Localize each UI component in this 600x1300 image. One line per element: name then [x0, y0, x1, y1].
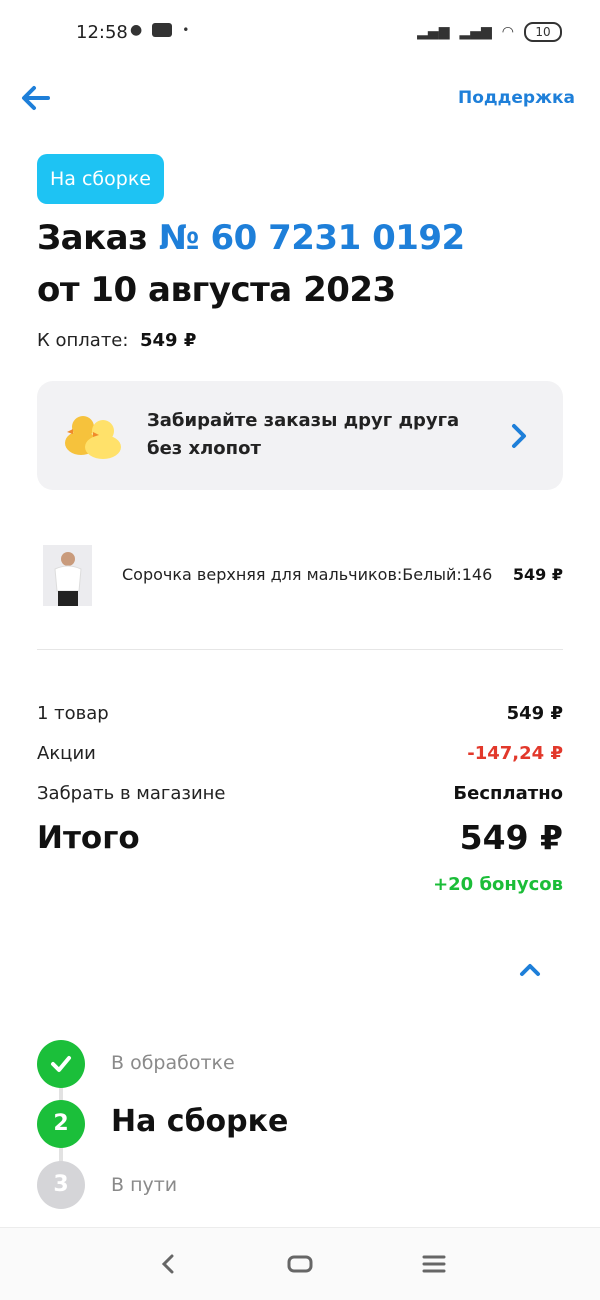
battery-indicator: 10: [524, 22, 562, 42]
bonus-label: +20 бонусов: [433, 874, 563, 895]
collapse-button[interactable]: [518, 958, 542, 982]
step-3-label: В пути: [111, 1174, 178, 1196]
order-title: Заказ № 60 7231 0192: [37, 218, 465, 258]
nav-back-icon: [161, 1254, 174, 1274]
step-2-label: На сборке: [111, 1104, 289, 1139]
signal-icon: ▂▄▆: [417, 24, 450, 40]
step-1-label: В обработке: [111, 1052, 235, 1074]
status-right-icons: ▂▄▆ ▂▄▆ ◠ 10: [417, 22, 562, 42]
shirt-photo-icon: [43, 545, 92, 606]
pay-value: 549 ₽: [140, 330, 197, 351]
items-count-label: 1 товар: [37, 703, 109, 724]
back-button[interactable]: [18, 80, 54, 116]
step-3-circle: 3: [37, 1161, 85, 1209]
step-1-circle: [37, 1040, 85, 1088]
nav-menu-icon: [422, 1255, 446, 1273]
chevron-right-icon: [512, 424, 526, 448]
arrow-left-icon: [22, 86, 50, 110]
youtube-icon: [152, 23, 173, 37]
pickup-value: Бесплатно: [453, 783, 563, 804]
order-number[interactable]: № 60 7231 0192: [159, 218, 466, 258]
wifi-icon: ◠: [501, 24, 514, 40]
status-time: 12:58: [76, 22, 128, 43]
product-image[interactable]: [43, 545, 92, 606]
nav-back-button[interactable]: [152, 1248, 184, 1280]
items-value: 549 ₽: [506, 703, 563, 724]
pickup-label: Забрать в магазине: [37, 783, 226, 804]
ducks-icon: [65, 416, 121, 459]
dot-icon: •: [182, 23, 190, 37]
promos-value: -147,24 ₽: [467, 743, 563, 764]
product-price: 549 ₽: [512, 565, 563, 584]
status-left-icons: ● •: [130, 22, 189, 38]
total-label: Итого: [37, 820, 140, 856]
product-name[interactable]: Сорочка верхняя для мальчиков:Белый:146: [122, 565, 492, 584]
support-link[interactable]: Поддержка: [458, 88, 575, 108]
nav-menu-button[interactable]: [418, 1248, 450, 1280]
check-icon: [51, 1056, 71, 1072]
chevron-up-icon: [520, 964, 540, 976]
nav-home-button[interactable]: [284, 1248, 316, 1280]
divider: [37, 649, 563, 650]
order-date: от 10 августа 2023: [37, 270, 396, 310]
step-2-circle: 2: [37, 1100, 85, 1148]
promo-card[interactable]: Забирайте заказы друг друга без хлопот: [37, 381, 563, 490]
notification-icon: ●: [130, 22, 143, 38]
signal-icon-2: ▂▄▆: [459, 24, 492, 40]
total-value: 549 ₽: [459, 818, 563, 857]
status-badge: На сборке: [37, 154, 164, 204]
promo-text: Забирайте заказы друг друга без хлопот: [147, 410, 460, 459]
pay-label: К оплате:: [37, 330, 129, 351]
promos-label: Акции: [37, 743, 96, 764]
nav-home-icon: [287, 1255, 313, 1273]
order-title-prefix: Заказ: [37, 218, 148, 258]
